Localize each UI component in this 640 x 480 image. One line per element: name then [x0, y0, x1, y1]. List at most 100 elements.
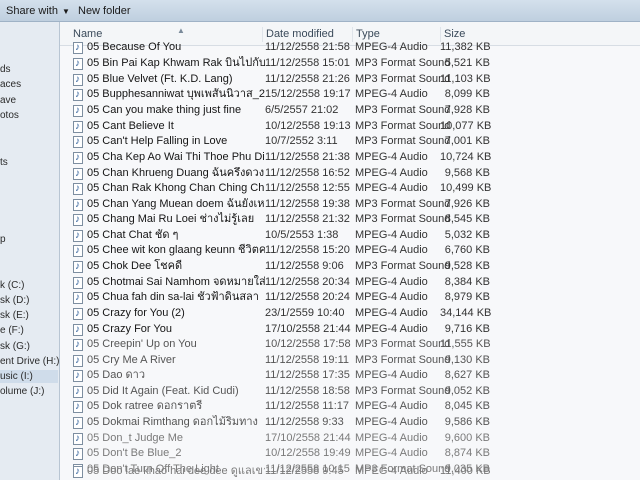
file-row[interactable]: 05 Can you make thing just fine 6/5/2557… — [60, 103, 640, 119]
nav-item[interactable]: sk (G:) — [0, 340, 30, 353]
file-type: MPEG-4 Audio — [355, 369, 428, 381]
file-name: 05 Don't Be Blue_2 — [87, 447, 182, 459]
file-name: 05 Bupphesanniwat บุพเพสันนิวาส_2 — [87, 88, 265, 100]
file-name: 05 Chan Yang Muean doem ฉันยังเหมือน — [87, 198, 265, 210]
file-date-modified: 15/12/2558 19:17 — [265, 88, 351, 100]
nav-item[interactable]: ave — [0, 94, 16, 107]
nav-item[interactable]: olume (J:) — [0, 385, 44, 398]
file-type: MP3 Format Sound — [355, 213, 451, 225]
file-row[interactable]: 05 Chotmai Sai Namhom จดหมายใส่น้ำหอ 11/… — [60, 275, 640, 291]
file-size: 7,926 KB — [444, 198, 490, 210]
file-size: 34,144 KB — [440, 307, 492, 319]
file-row[interactable]: 05 Because Of You 11/12/2558 21:58 MPEG-… — [60, 40, 640, 56]
file-row[interactable]: 05 Chan Rak Khong Chan Ching Ching ฉ 11/… — [60, 181, 640, 197]
file-name: 05 Dao ดาว — [87, 369, 146, 381]
file-row[interactable]: 05 Don't Be Blue_2 10/12/2558 19:49 MPEG… — [60, 446, 640, 462]
file-row[interactable]: 05 Chee wit kon glaang keunn ชีวิตคน 11/… — [60, 243, 640, 259]
file-name: 05 Can you make thing just fine — [87, 104, 242, 116]
file-size: 10,499 KB — [440, 182, 492, 194]
share-with-button[interactable]: Share with ▼ — [6, 4, 70, 18]
nav-item[interactable]: sk (D:) — [0, 294, 29, 307]
audio-file-icon — [73, 415, 83, 430]
audio-file-icon — [73, 464, 83, 479]
file-row[interactable]: 05 Bin Pai Kap Khwam Rak บินไปกับความ 11… — [60, 56, 640, 72]
file-row[interactable]: 05 Can't Help Falling in Love 10/7/2552 … — [60, 134, 640, 150]
nav-item[interactable]: ds — [0, 63, 11, 76]
file-type: MP3 Format Sound — [355, 120, 451, 132]
file-type: MPEG-4 Audio — [355, 244, 428, 256]
file-name: 05 Cha Kep Ao Wai Thi Thoe Phu Diao — [87, 151, 265, 163]
file-name: 05 Don_t Judge Me — [87, 432, 184, 444]
file-row[interactable]: 05 Chan Yang Muean doem ฉันยังเหมือน 11/… — [60, 197, 640, 213]
nav-item[interactable]: otos — [0, 109, 19, 122]
file-row[interactable]: 05 Creepin' Up on You 10/12/2558 17:58 M… — [60, 337, 640, 353]
file-name: 05 Cry Me A River — [87, 354, 176, 366]
file-row[interactable]: 05 Dok ratree ดอกราตรี 11/12/2558 11:17 … — [60, 399, 640, 415]
file-row[interactable]: 05 Crazy For You 17/10/2558 21:44 MPEG-4… — [60, 322, 640, 338]
file-type: MPEG-4 Audio — [355, 432, 428, 444]
file-row[interactable]: 05 Blue Velvet (Ft. K.D. Lang) 11/12/255… — [60, 72, 640, 88]
file-date-modified: 11/12/2558 19:38 — [265, 198, 350, 210]
audio-file-icon — [73, 306, 83, 321]
file-type: MPEG-4 Audio — [355, 276, 428, 288]
audio-file-icon — [73, 166, 83, 181]
file-date-modified: 10/12/2558 19:13 — [265, 120, 351, 132]
audio-file-icon — [73, 212, 83, 227]
nav-item[interactable]: p — [0, 233, 6, 246]
file-size: 8,045 KB — [444, 400, 490, 412]
audio-file-icon — [73, 119, 83, 134]
file-size: 7,928 KB — [444, 104, 490, 116]
file-name: 05 Crazy for You (2) — [87, 307, 185, 319]
file-type: MP3 Format Sound — [355, 385, 451, 397]
audio-file-icon — [73, 259, 83, 274]
file-type: MP3 Format Sound — [355, 338, 451, 350]
file-type: MPEG-4 Audio — [355, 167, 428, 179]
audio-file-icon — [73, 337, 83, 352]
file-row[interactable]: 05 Chang Mai Ru Loei ช่างไม่รู้เลย 11/12… — [60, 212, 640, 228]
nav-item[interactable]: ts — [0, 156, 8, 169]
file-row[interactable]: 05 Cha Kep Ao Wai Thi Thoe Phu Diao 11/1… — [60, 150, 640, 166]
file-row[interactable]: 05 Don_t Judge Me 17/10/2558 21:44 MPEG-… — [60, 431, 640, 447]
file-row[interactable]: 05 Crazy for You (2) 23/1/2559 10:40 MPE… — [60, 306, 640, 322]
file-size: 11,400 KB — [440, 465, 491, 477]
file-row[interactable]: 05 Chok Dee โชคดี 11/12/2558 9:06 MP3 Fo… — [60, 259, 640, 275]
file-row[interactable]: 05 Chua fah din sa-lai ชั่วฟ้าดินสลา 11/… — [60, 290, 640, 306]
file-row[interactable]: 05 Bupphesanniwat บุพเพสันนิวาส_2 15/12/… — [60, 87, 640, 103]
file-size: 8,384 KB — [444, 276, 490, 288]
file-type: MPEG-4 Audio — [355, 323, 428, 335]
file-row[interactable]: 05 Chat Chat ชัด ๆ 10/5/2553 1:38 MPEG-4… — [60, 228, 640, 244]
file-date-modified: 11/12/2558 19:11 — [265, 354, 350, 366]
file-date-modified: 17/10/2558 21:44 — [265, 432, 351, 444]
command-toolbar: Share with ▼ New folder — [0, 0, 640, 22]
file-row[interactable]: 05 Did It Again (Feat. Kid Cudi) 11/12/2… — [60, 384, 640, 400]
file-row[interactable]: 05 Cry Me A River 11/12/2558 19:11 MP3 F… — [60, 353, 640, 369]
audio-file-icon — [73, 275, 83, 290]
audio-file-icon — [73, 181, 83, 196]
file-date-modified: 11/12/2558 15:01 — [265, 57, 350, 69]
file-type: MP3 Format Sound — [355, 354, 451, 366]
file-list: Name ▲ Date modified Type Size 05 Becaus… — [60, 22, 640, 480]
file-name: 05 Did It Again (Feat. Kid Cudi) — [87, 385, 239, 397]
file-row[interactable]: 05 Cant Believe It 10/12/2558 19:13 MP3 … — [60, 119, 640, 135]
file-name: 05 Chat Chat ชัด ๆ — [87, 229, 179, 241]
audio-file-icon — [73, 243, 83, 258]
file-date-modified: 11/12/2558 11:17 — [265, 400, 350, 412]
file-date-modified: 10/12/2558 17:58 — [265, 338, 351, 350]
nav-item[interactable]: ent Drive (H:) — [0, 355, 59, 368]
nav-item[interactable]: aces — [0, 78, 21, 91]
file-name: 05 Can't Help Falling in Love — [87, 135, 228, 147]
file-name: 05 Dok ratree ดอกราตรี — [87, 400, 203, 412]
file-date-modified: 11/12/2558 16:52 — [265, 167, 350, 179]
file-row[interactable]: 05 Doo lae khao hai dee dee ดูแลเขาใ 11/… — [60, 464, 640, 480]
nav-item[interactable]: k (C:) — [0, 279, 24, 292]
nav-item[interactable]: e (F:) — [0, 324, 24, 337]
file-row[interactable]: 05 Dokmai Rimthang ดอกไม้ริมทาง 11/12/25… — [60, 415, 640, 431]
file-date-modified: 6/5/2557 21:02 — [265, 104, 339, 116]
nav-item[interactable]: sk (E:) — [0, 309, 29, 322]
file-row[interactable]: 05 Chan Khrueng Duang ฉันครึ่งดวง 11/12/… — [60, 166, 640, 182]
file-size: 8,099 KB — [444, 88, 490, 100]
file-size: 5,521 KB — [444, 57, 490, 69]
file-row[interactable]: 05 Dao ดาว 11/12/2558 17:35 MPEG-4 Audio… — [60, 368, 640, 384]
nav-item[interactable]: usic (I:) — [0, 370, 58, 383]
new-folder-button[interactable]: New folder — [78, 4, 131, 18]
